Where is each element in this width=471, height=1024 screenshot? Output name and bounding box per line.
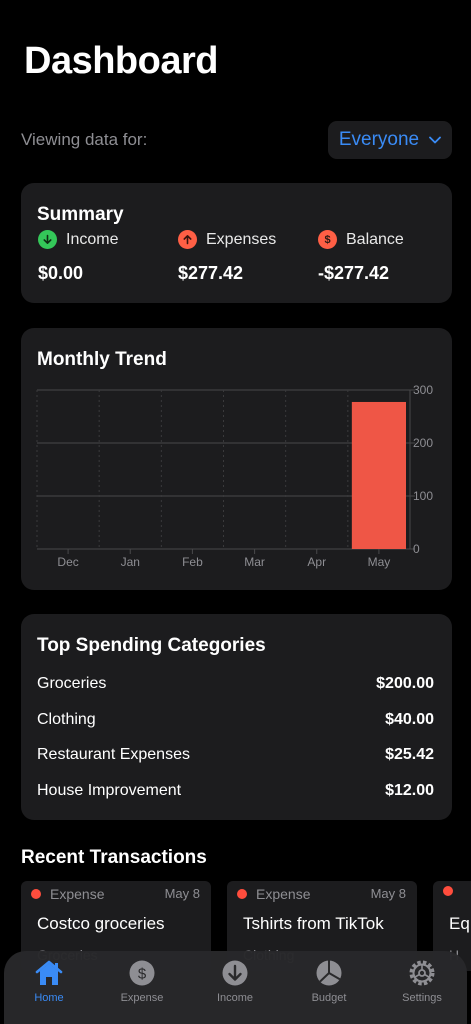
arrow-up-circle-icon [178,230,197,249]
top-spending-title: Top Spending Categories [37,635,266,656]
tab-home-label: Home [34,992,64,1004]
bar-may [351,401,406,549]
y-tick-label: 100 [413,489,433,503]
tab-bar: Home $ Expense Income Budget Settings [4,951,467,1024]
monthly-trend-chart: 0 100 200 300 Dec Jan Feb Mar Apr May [36,383,433,569]
expense-dot-icon [443,886,453,896]
category-name: House Improvement [37,782,182,799]
chevron-down-icon [429,136,442,144]
expense-dot-icon [237,889,247,899]
x-tick-label: Mar [244,555,265,569]
y-tick-label: 200 [413,436,433,450]
x-tick-label: Apr [307,555,326,569]
category-name: Restaurant Expenses [37,746,190,763]
category-row[interactable]: Groceries $200.00 [37,673,434,695]
dollar-circle-icon: $ [129,960,155,986]
x-tick-label: Dec [57,555,78,569]
transaction-date: May 8 [370,886,406,901]
dollar-circle-icon: $ [318,230,337,249]
viewing-scope-value: Everyone [338,129,420,150]
summary-balance-label: Balance [346,230,404,248]
tab-settings-label: Settings [402,992,442,1004]
tab-settings[interactable]: Settings [382,959,462,1004]
tab-home[interactable]: Home [9,959,89,1004]
summary-expenses: Expenses $277.42 [178,230,276,284]
summary-income-value: $0.00 [38,263,84,283]
house-icon [35,960,63,985]
tab-income[interactable]: Income [195,959,275,1004]
transaction-description: Eq [449,914,470,933]
x-tick-label: Jan [121,555,140,569]
category-name: Groceries [37,675,107,692]
expense-dot-icon [31,889,41,899]
summary-expenses-value: $277.42 [178,263,244,283]
x-tick-label: Feb [182,555,203,569]
category-amount: $12.00 [385,782,434,799]
pie-chart-icon [316,960,342,986]
transaction-description: Costco groceries [37,914,165,933]
transaction-type: Expense [256,886,311,902]
tab-expense[interactable]: $ Expense [102,959,182,1004]
tab-budget-label: Budget [311,992,347,1004]
category-row[interactable]: Clothing $40.00 [37,709,434,731]
page-title: Dashboard [24,40,218,82]
y-tick-label: 300 [413,383,433,397]
arrow-down-circle-icon [222,960,248,986]
x-tick-label: May [368,555,391,569]
summary-income: Income $0.00 [38,230,118,284]
viewing-scope-dropdown[interactable]: Everyone [328,121,452,159]
category-name: Clothing [37,711,96,728]
category-row[interactable]: House Improvement $12.00 [37,780,434,802]
category-amount: $200.00 [376,675,434,692]
svg-text:$: $ [138,966,147,983]
top-spending-card: Top Spending Categories Groceries $200.0… [21,614,452,820]
tab-expense-label: Expense [120,992,164,1004]
dashboard-screen: Dashboard Viewing data for: Everyone Sum… [0,0,471,1024]
viewing-data-label: Viewing data for: [21,130,148,149]
transaction-type: Expense [50,886,105,902]
category-amount: $25.42 [385,746,434,763]
summary-title: Summary [37,204,124,225]
summary-balance: $ Balance -$277.42 [318,230,404,284]
summary-expenses-label: Expenses [206,230,277,248]
tab-income-label: Income [216,992,254,1004]
summary-balance-value: -$277.42 [318,263,390,283]
recent-transactions-title: Recent Transactions [21,847,207,868]
summary-card: Summary Income $0.00 Expenses $277.42 $ [21,183,452,303]
arrow-down-circle-icon [38,230,57,249]
category-amount: $40.00 [385,711,434,728]
gear-icon [409,960,435,986]
summary-income-label: Income [66,230,119,248]
category-row[interactable]: Restaurant Expenses $25.42 [37,744,434,766]
y-tick-label: 0 [413,542,420,556]
tab-budget[interactable]: Budget [289,959,369,1004]
transaction-description: Tshirts from TikTok [243,914,384,933]
monthly-trend-card: Monthly Trend 0 100 200 300 Dec Jan Feb Mar Apr M… [21,328,452,590]
transaction-date: May 8 [164,886,200,901]
